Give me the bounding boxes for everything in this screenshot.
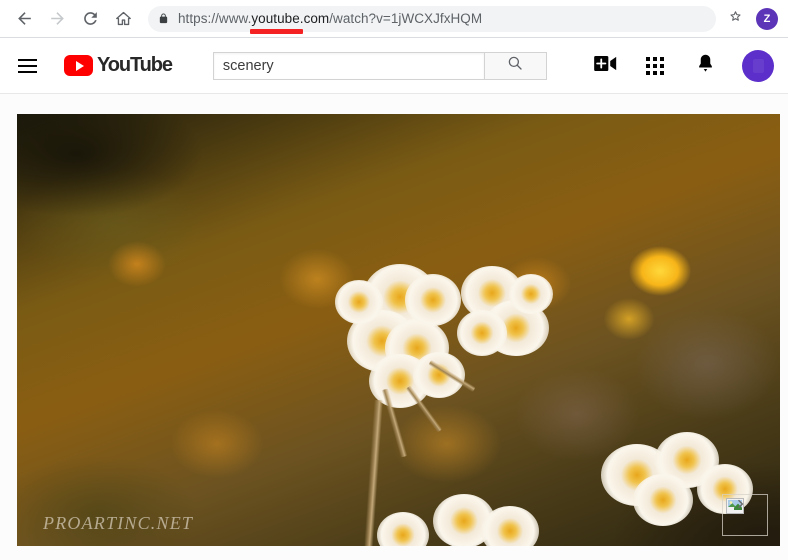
search-input[interactable]: scenery	[212, 51, 485, 80]
flower-petal	[509, 274, 553, 314]
create-video-icon	[593, 55, 617, 77]
create-video-button[interactable]	[592, 53, 618, 79]
reload-icon	[81, 9, 100, 28]
avatar-glyph	[752, 58, 764, 73]
notifications-bell-icon	[696, 53, 715, 79]
search-input-value: scenery	[222, 57, 274, 74]
apps-button[interactable]	[642, 53, 668, 79]
apps-grid-icon	[646, 56, 664, 75]
url-text: https://www.youtube.com/watch?v=1jWCXJfx…	[178, 11, 482, 26]
flower-petal	[405, 274, 461, 326]
hamburger-menu-icon[interactable]	[18, 54, 42, 78]
flower-petal	[633, 474, 693, 526]
url-path: /watch?v=1jWCXJfxHQM	[329, 11, 483, 26]
forward-button[interactable]	[43, 5, 71, 33]
photo-image[interactable]: PROARTINC.NET	[17, 114, 780, 546]
url-highlight-underline	[250, 29, 303, 34]
youtube-header: YouTube scenery	[0, 38, 788, 93]
broken-image-icon	[726, 498, 744, 514]
forward-arrow-icon	[48, 9, 67, 28]
broken-image-placeholder[interactable]	[722, 494, 768, 536]
search-bar: scenery	[212, 51, 547, 80]
url-host: youtube.com	[251, 11, 330, 26]
back-arrow-icon	[15, 9, 34, 28]
search-icon	[506, 54, 524, 77]
lock-icon	[158, 12, 169, 25]
flower-petal	[335, 280, 383, 324]
flower-petal	[457, 310, 507, 356]
youtube-logo[interactable]: YouTube	[64, 54, 173, 77]
browser-profile-badge[interactable]: Z	[756, 7, 778, 30]
youtube-play-icon	[64, 55, 93, 76]
search-button[interactable]	[484, 51, 547, 80]
browser-toolbar: https://www.youtube.com/watch?v=1jWCXJfx…	[0, 0, 788, 37]
url-scheme: https://www.	[178, 11, 252, 26]
address-bar[interactable]: https://www.youtube.com/watch?v=1jWCXJfx…	[148, 5, 716, 32]
bookmark-button[interactable]	[722, 6, 748, 32]
photo-watermark: PROARTINC.NET	[43, 513, 194, 533]
reload-button[interactable]	[76, 5, 104, 33]
back-button[interactable]	[10, 5, 38, 33]
home-icon	[114, 9, 133, 28]
avatar[interactable]	[742, 49, 774, 82]
youtube-wordmark: YouTube	[97, 54, 173, 76]
star-icon	[727, 8, 744, 30]
page-body: PROARTINC.NET	[0, 94, 788, 560]
header-actions	[592, 49, 774, 82]
home-button[interactable]	[109, 5, 137, 33]
notifications-button[interactable]	[692, 53, 718, 79]
